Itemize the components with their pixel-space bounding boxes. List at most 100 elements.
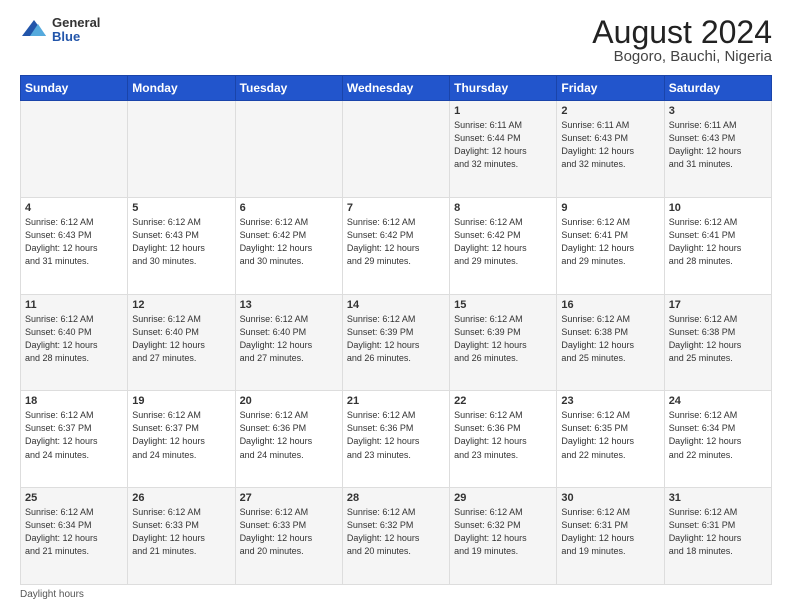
day-number: 17 (669, 299, 767, 311)
day-info: Sunrise: 6:12 AM Sunset: 6:42 PM Dayligh… (240, 216, 338, 268)
weekday-header-wednesday: Wednesday (342, 76, 449, 101)
day-info: Sunrise: 6:12 AM Sunset: 6:39 PM Dayligh… (347, 313, 445, 365)
calendar-cell: 2 Sunrise: 6:11 AM Sunset: 6:43 PM Daylig… (557, 101, 664, 198)
calendar-cell: 22 Sunrise: 6:12 AM Sunset: 6:36 PM Dayli… (450, 391, 557, 488)
day-number: 9 (561, 202, 659, 214)
calendar-title: August 2024 (592, 16, 772, 48)
day-info: Sunrise: 6:11 AM Sunset: 6:43 PM Dayligh… (561, 119, 659, 171)
day-info: Sunrise: 6:12 AM Sunset: 6:43 PM Dayligh… (25, 216, 123, 268)
day-number: 24 (669, 395, 767, 407)
calendar-cell: 8 Sunrise: 6:12 AM Sunset: 6:42 PM Daylig… (450, 197, 557, 294)
day-info: Sunrise: 6:12 AM Sunset: 6:37 PM Dayligh… (25, 409, 123, 461)
logo-icon (20, 16, 48, 44)
page: General Blue August 2024 Bogoro, Bauchi,… (0, 0, 792, 612)
day-number: 28 (347, 492, 445, 504)
calendar-cell: 26Sunrise: 6:12 AM Sunset: 6:33 PM Dayli… (128, 488, 235, 585)
day-number: 8 (454, 202, 552, 214)
day-info: Sunrise: 6:12 AM Sunset: 6:42 PM Dayligh… (454, 216, 552, 268)
calendar-table: SundayMondayTuesdayWednesdayThursdayFrid… (20, 75, 772, 585)
weekday-header-row: SundayMondayTuesdayWednesdayThursdayFrid… (21, 76, 772, 101)
calendar-cell (235, 101, 342, 198)
calendar-cell: 6 Sunrise: 6:12 AM Sunset: 6:42 PM Daylig… (235, 197, 342, 294)
calendar-cell: 18 Sunrise: 6:12 AM Sunset: 6:37 PM Dayli… (21, 391, 128, 488)
day-number: 2 (561, 105, 659, 117)
day-number: 10 (669, 202, 767, 214)
weekday-header-friday: Friday (557, 76, 664, 101)
day-number: 16 (561, 299, 659, 311)
day-number: 21 (347, 395, 445, 407)
calendar-week-3: 11 Sunrise: 6:12 AM Sunset: 6:40 PM Dayli… (21, 294, 772, 391)
day-number: 26 (132, 492, 230, 504)
day-info: Sunrise: 6:12 AM Sunset: 6:41 PM Dayligh… (669, 216, 767, 268)
calendar-cell: 3Sunrise: 6:11 AM Sunset: 6:43 PM Daylig… (664, 101, 771, 198)
calendar-cell (21, 101, 128, 198)
calendar-cell: 21 Sunrise: 6:12 AM Sunset: 6:36 PM Dayli… (342, 391, 449, 488)
day-number: 4 (25, 202, 123, 214)
weekday-header-sunday: Sunday (21, 76, 128, 101)
calendar-cell: 15Sunrise: 6:12 AM Sunset: 6:39 PM Dayli… (450, 294, 557, 391)
calendar-cell: 31Sunrise: 6:12 AM Sunset: 6:31 PM Dayli… (664, 488, 771, 585)
day-number: 6 (240, 202, 338, 214)
day-info: Sunrise: 6:12 AM Sunset: 6:40 PM Dayligh… (25, 313, 123, 365)
calendar-cell: 27Sunrise: 6:12 AM Sunset: 6:33 PM Dayli… (235, 488, 342, 585)
day-info: Sunrise: 6:12 AM Sunset: 6:31 PM Dayligh… (669, 506, 767, 558)
calendar-cell: 29Sunrise: 6:12 AM Sunset: 6:32 PM Dayli… (450, 488, 557, 585)
title-block: August 2024 Bogoro, Bauchi, Nigeria (592, 16, 772, 65)
calendar-subtitle: Bogoro, Bauchi, Nigeria (592, 48, 772, 65)
day-number: 11 (25, 299, 123, 311)
calendar-week-4: 18 Sunrise: 6:12 AM Sunset: 6:37 PM Dayli… (21, 391, 772, 488)
calendar-cell: 9 Sunrise: 6:12 AM Sunset: 6:41 PM Daylig… (557, 197, 664, 294)
logo-text: General Blue (52, 16, 100, 45)
day-info: Sunrise: 6:12 AM Sunset: 6:38 PM Dayligh… (669, 313, 767, 365)
weekday-header-saturday: Saturday (664, 76, 771, 101)
day-number: 23 (561, 395, 659, 407)
calendar-cell: 24 Sunrise: 6:12 AM Sunset: 6:34 PM Dayli… (664, 391, 771, 488)
day-number: 1 (454, 105, 552, 117)
day-info: Sunrise: 6:12 AM Sunset: 6:39 PM Dayligh… (454, 313, 552, 365)
day-number: 12 (132, 299, 230, 311)
calendar-week-2: 4 Sunrise: 6:12 AM Sunset: 6:43 PM Daylig… (21, 197, 772, 294)
weekday-header-thursday: Thursday (450, 76, 557, 101)
day-info: Sunrise: 6:12 AM Sunset: 6:36 PM Dayligh… (347, 409, 445, 461)
logo: General Blue (20, 16, 100, 45)
day-info: Sunrise: 6:12 AM Sunset: 6:36 PM Dayligh… (240, 409, 338, 461)
logo-blue: Blue (52, 30, 100, 44)
calendar-cell (128, 101, 235, 198)
footer-text: Daylight hours (20, 589, 84, 600)
day-number: 18 (25, 395, 123, 407)
day-info: Sunrise: 6:12 AM Sunset: 6:35 PM Dayligh… (561, 409, 659, 461)
day-number: 30 (561, 492, 659, 504)
day-number: 20 (240, 395, 338, 407)
day-number: 22 (454, 395, 552, 407)
day-number: 25 (25, 492, 123, 504)
calendar-cell: 30Sunrise: 6:12 AM Sunset: 6:31 PM Dayli… (557, 488, 664, 585)
calendar-cell: 4 Sunrise: 6:12 AM Sunset: 6:43 PM Daylig… (21, 197, 128, 294)
day-number: 7 (347, 202, 445, 214)
day-info: Sunrise: 6:12 AM Sunset: 6:32 PM Dayligh… (454, 506, 552, 558)
day-info: Sunrise: 6:12 AM Sunset: 6:36 PM Dayligh… (454, 409, 552, 461)
calendar-cell: 25Sunrise: 6:12 AM Sunset: 6:34 PM Dayli… (21, 488, 128, 585)
calendar-cell: 11 Sunrise: 6:12 AM Sunset: 6:40 PM Dayli… (21, 294, 128, 391)
header: General Blue August 2024 Bogoro, Bauchi,… (20, 16, 772, 65)
calendar-cell: 12 Sunrise: 6:12 AM Sunset: 6:40 PM Dayli… (128, 294, 235, 391)
day-info: Sunrise: 6:12 AM Sunset: 6:43 PM Dayligh… (132, 216, 230, 268)
day-info: Sunrise: 6:11 AM Sunset: 6:44 PM Dayligh… (454, 119, 552, 171)
calendar-cell: 5 Sunrise: 6:12 AM Sunset: 6:43 PM Daylig… (128, 197, 235, 294)
calendar-cell: 7Sunrise: 6:12 AM Sunset: 6:42 PM Daylig… (342, 197, 449, 294)
day-info: Sunrise: 6:12 AM Sunset: 6:41 PM Dayligh… (561, 216, 659, 268)
footer: Daylight hours (20, 589, 772, 600)
calendar-cell: 1 Sunrise: 6:11 AM Sunset: 6:44 PM Daylig… (450, 101, 557, 198)
day-info: Sunrise: 6:12 AM Sunset: 6:40 PM Dayligh… (240, 313, 338, 365)
day-info: Sunrise: 6:11 AM Sunset: 6:43 PM Dayligh… (669, 119, 767, 171)
calendar-cell: 19Sunrise: 6:12 AM Sunset: 6:37 PM Dayli… (128, 391, 235, 488)
calendar-cell: 13Sunrise: 6:12 AM Sunset: 6:40 PM Dayli… (235, 294, 342, 391)
day-info: Sunrise: 6:12 AM Sunset: 6:40 PM Dayligh… (132, 313, 230, 365)
calendar-cell: 16 Sunrise: 6:12 AM Sunset: 6:38 PM Dayli… (557, 294, 664, 391)
day-number: 27 (240, 492, 338, 504)
day-info: Sunrise: 6:12 AM Sunset: 6:37 PM Dayligh… (132, 409, 230, 461)
day-info: Sunrise: 6:12 AM Sunset: 6:34 PM Dayligh… (669, 409, 767, 461)
calendar-cell: 20 Sunrise: 6:12 AM Sunset: 6:36 PM Dayli… (235, 391, 342, 488)
day-number: 5 (132, 202, 230, 214)
weekday-header-monday: Monday (128, 76, 235, 101)
day-info: Sunrise: 6:12 AM Sunset: 6:38 PM Dayligh… (561, 313, 659, 365)
